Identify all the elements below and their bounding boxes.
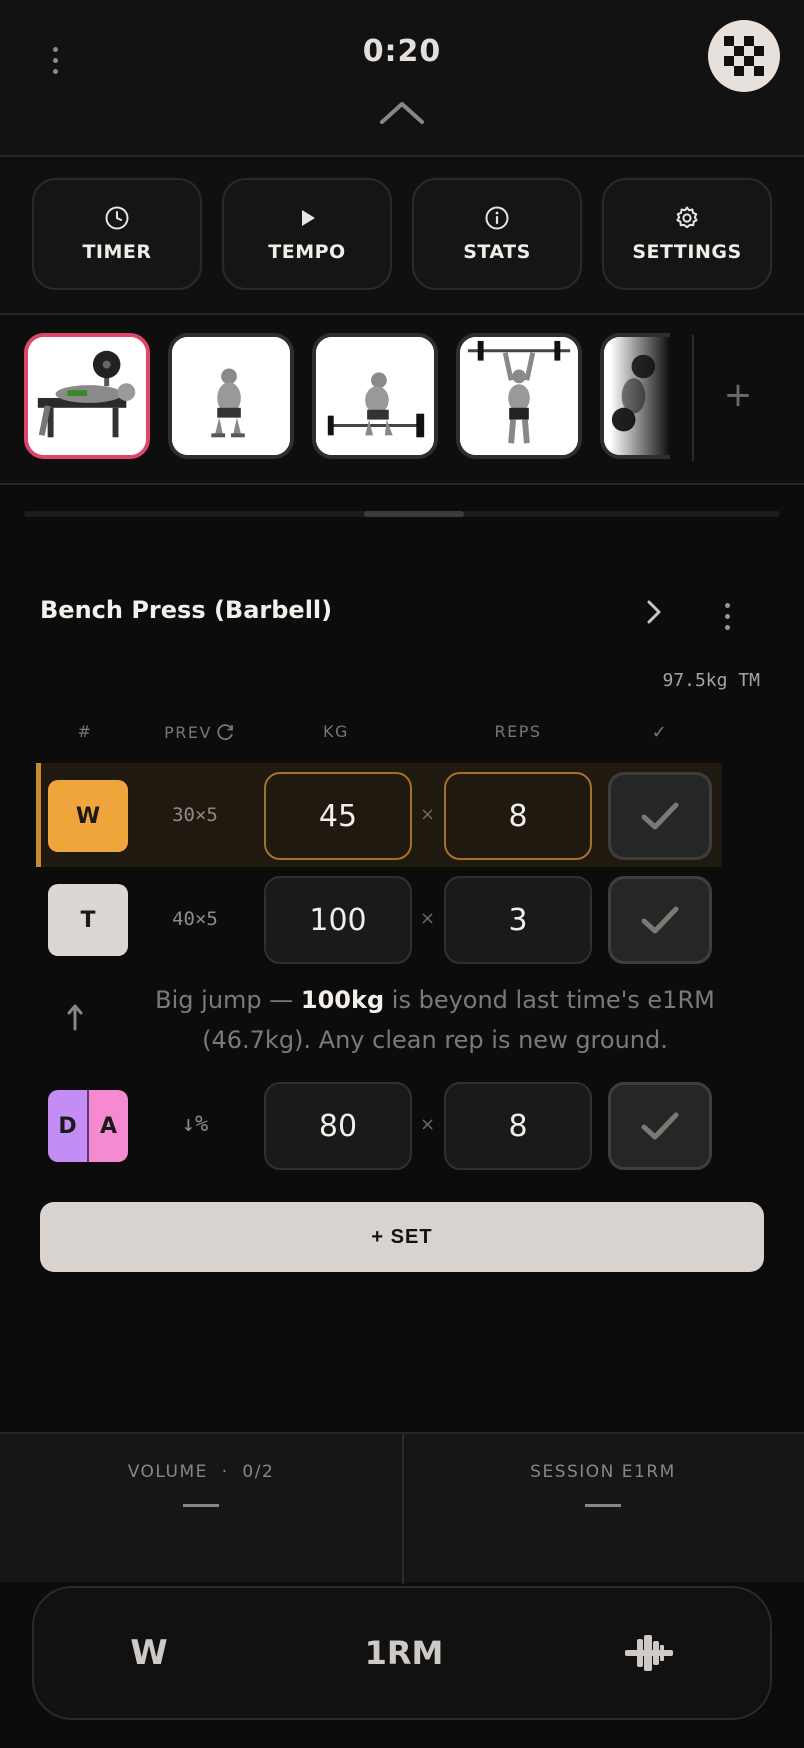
stats-button[interactable]: STATS xyxy=(412,178,582,290)
workout-screen: 0:20 TIMER TEMPO STATS SETTINGS + Bench … xyxy=(0,0,804,1748)
avatar[interactable] xyxy=(708,20,780,92)
e1rm-empty-dash xyxy=(585,1504,621,1507)
progression-note: Big jump — 100kg is beyond last time's e… xyxy=(100,980,770,1060)
note-weight: 100kg xyxy=(300,986,385,1014)
tempo-button[interactable]: TEMPO xyxy=(222,178,392,290)
tempo-button-label: TEMPO xyxy=(268,241,346,263)
complete-set-button[interactable] xyxy=(608,772,712,860)
nav-plates[interactable] xyxy=(594,1588,704,1718)
training-max: 97.5kg TM xyxy=(662,670,760,691)
exercise-thumb-bench-press[interactable] xyxy=(24,333,150,459)
e1rm-label: SESSION E1RM xyxy=(530,1462,676,1482)
clock-icon xyxy=(105,206,129,230)
reps-input[interactable]: 8 xyxy=(444,1082,592,1170)
volume-label: VOLUME · 0/2 xyxy=(127,1462,275,1482)
volume-empty-dash xyxy=(183,1504,219,1507)
times-sign: × xyxy=(420,1114,436,1135)
chevron-up-icon[interactable] xyxy=(378,98,426,126)
bottom-nav: W 1RM xyxy=(32,1586,772,1720)
nav-warmup[interactable]: W xyxy=(94,1588,204,1718)
exercise-strip: + xyxy=(0,315,804,485)
session-stats: VOLUME · 0/2 SESSION E1RM xyxy=(0,1432,804,1584)
reps-input[interactable]: 8 xyxy=(444,772,592,860)
add-exercise-button[interactable]: + xyxy=(718,365,758,425)
overhead-press-illustration xyxy=(460,337,578,455)
stats-divider xyxy=(402,1434,404,1584)
weight-input[interactable]: 80 xyxy=(264,1082,412,1170)
volume-stat: VOLUME · 0/2 xyxy=(0,1462,402,1507)
drop-label: D xyxy=(48,1090,89,1162)
check-icon xyxy=(641,906,679,934)
complete-set-button[interactable] xyxy=(608,876,712,964)
squat-illustration xyxy=(172,337,290,455)
check-icon xyxy=(641,1112,679,1140)
scrollbar-thumb[interactable] xyxy=(364,511,464,517)
exercise-thumb-deadlift[interactable] xyxy=(312,333,438,459)
col-header-reps: REPS xyxy=(494,722,542,741)
stats-button-label: STATS xyxy=(463,241,531,263)
col-header-prev[interactable]: PREV xyxy=(150,722,250,742)
e1rm-stat: SESSION E1RM xyxy=(402,1462,804,1507)
complete-set-button[interactable] xyxy=(608,1082,712,1170)
exercise-title: Bench Press (Barbell) xyxy=(40,596,333,624)
weight-input[interactable]: 45 xyxy=(264,772,412,860)
tool-bar: TIMER TEMPO STATS SETTINGS xyxy=(0,157,804,315)
exercise-more-icon[interactable] xyxy=(712,596,742,636)
times-sign: × xyxy=(420,908,436,929)
settings-button[interactable]: SETTINGS xyxy=(602,178,772,290)
bench-press-illustration xyxy=(28,337,146,455)
col-header-done: ✓ xyxy=(651,722,669,743)
times-sign: × xyxy=(420,804,436,825)
set-type-badge-warmup[interactable]: W xyxy=(48,780,128,852)
settings-button-label: SETTINGS xyxy=(632,241,742,263)
col-header-number: # xyxy=(77,722,93,741)
deadlift-illustration xyxy=(316,337,434,455)
amrap-label: A xyxy=(89,1090,128,1162)
weight-input[interactable]: 100 xyxy=(264,876,412,964)
checkered-flag-icon xyxy=(724,36,764,76)
exercise-thumb-squat[interactable] xyxy=(168,333,294,459)
set-type-badge-drop-amrap[interactable]: D A xyxy=(48,1090,128,1162)
reps-input[interactable]: 3 xyxy=(444,876,592,964)
barbell-icon xyxy=(625,1635,673,1671)
refresh-icon[interactable] xyxy=(216,722,236,742)
play-icon xyxy=(302,210,315,226)
arrow-up-icon xyxy=(67,1004,83,1031)
row-illustration xyxy=(604,337,670,455)
previous-value[interactable]: ↓% xyxy=(150,1112,240,1137)
exercise-thumb-row[interactable] xyxy=(600,333,670,459)
col-header-prev-label: PREV xyxy=(164,722,212,742)
nav-one-rm[interactable]: 1RM xyxy=(334,1588,474,1718)
rest-timer[interactable]: 0:20 xyxy=(0,34,804,69)
previous-value[interactable]: 30×5 xyxy=(150,804,240,826)
add-set-button[interactable]: + SET xyxy=(40,1202,764,1272)
note-text-before: Big jump — xyxy=(155,986,301,1014)
col-header-kg: KG xyxy=(323,722,349,741)
chevron-right-icon[interactable] xyxy=(636,594,672,630)
previous-value[interactable]: 40×5 xyxy=(150,908,240,930)
set-type-badge-top[interactable]: T xyxy=(48,884,128,956)
exercise-thumb-overhead-press[interactable] xyxy=(456,333,582,459)
scrollbar-track[interactable] xyxy=(24,511,780,517)
header: 0:20 xyxy=(0,0,804,157)
timer-button[interactable]: TIMER xyxy=(32,178,202,290)
gear-icon xyxy=(676,206,698,229)
strip-divider xyxy=(692,335,694,461)
timer-button-label: TIMER xyxy=(82,241,152,263)
info-icon xyxy=(485,206,509,230)
check-icon xyxy=(641,802,679,830)
